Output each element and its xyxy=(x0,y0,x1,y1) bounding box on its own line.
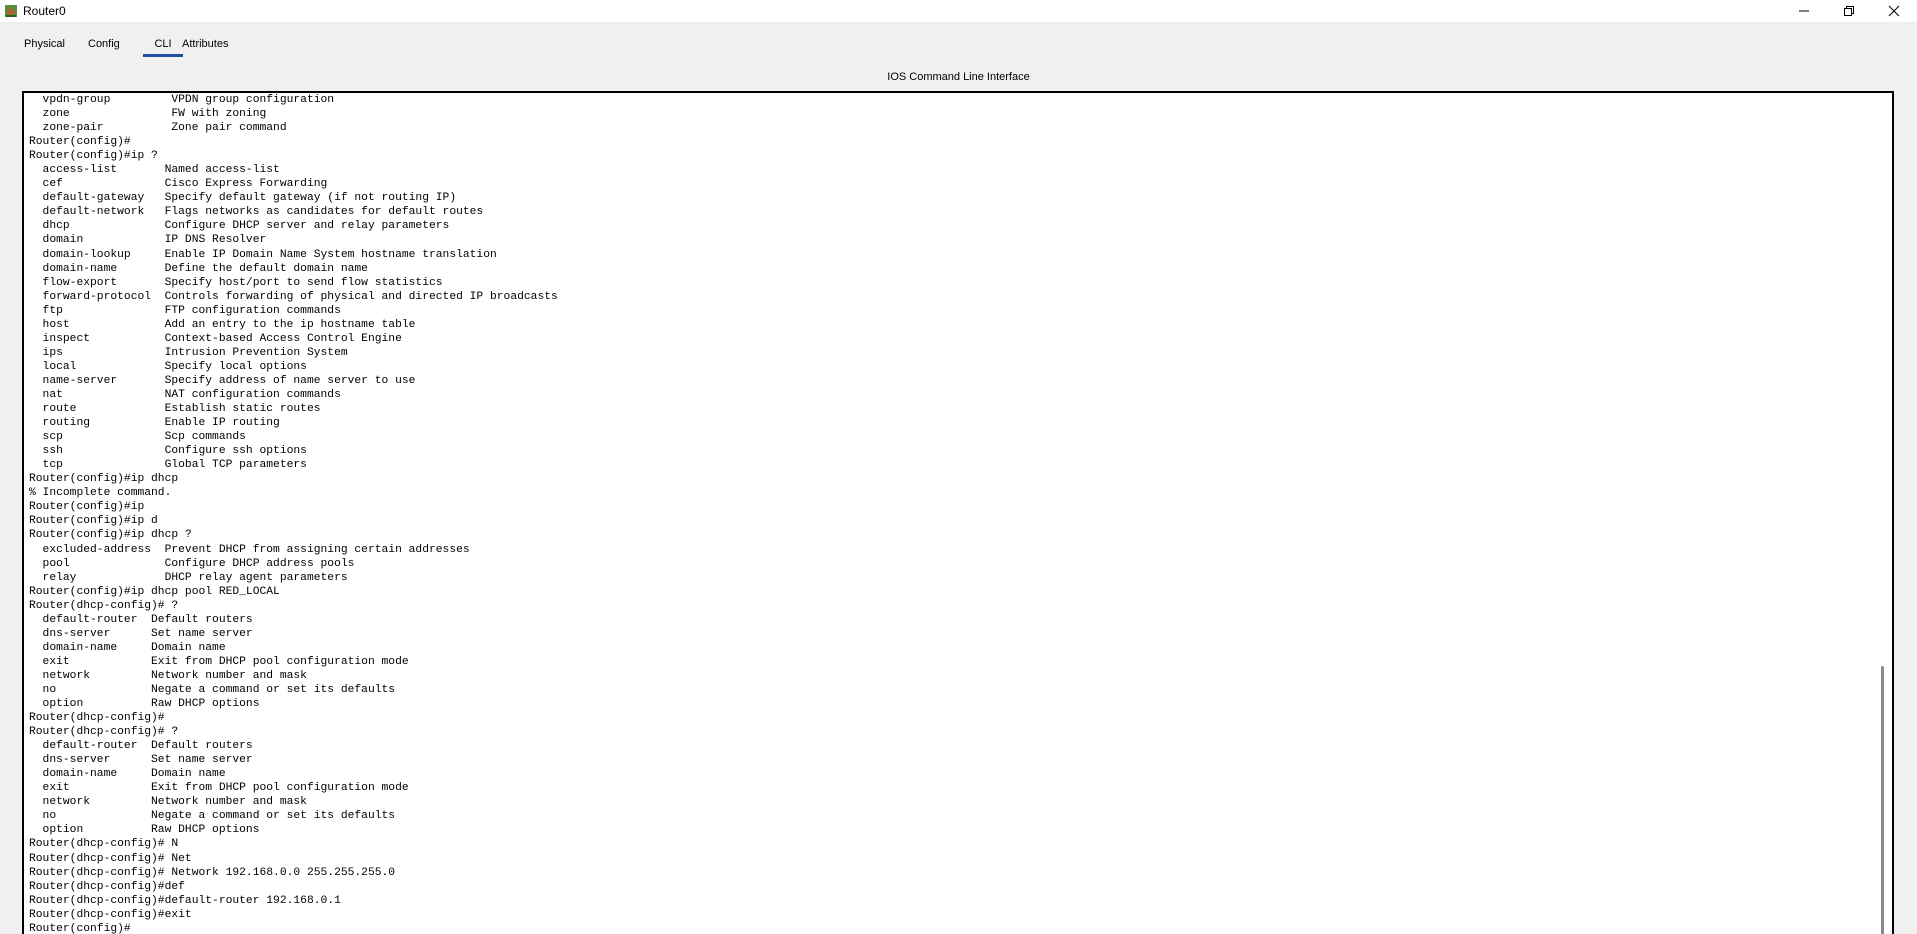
terminal-line: option Raw DHCP options xyxy=(29,824,260,837)
tab-cli[interactable]: CLI xyxy=(143,37,183,51)
minimize-icon xyxy=(1799,10,1809,12)
terminal-line: no Negate a command or set its defaults xyxy=(29,683,396,696)
tab-physical[interactable]: Physical xyxy=(24,37,65,51)
router-window: Router0 Physical Config CLI Attributes I… xyxy=(0,0,1917,934)
close-button[interactable] xyxy=(1872,0,1916,22)
terminal-line: default-network Flags networks as candid… xyxy=(29,206,484,219)
terminal-line: exit Exit from DHCP pool configuration m… xyxy=(29,655,409,668)
terminal-line: Router(dhcp-config)#exit xyxy=(29,908,192,921)
terminal-line: Router(dhcp-config)# xyxy=(29,712,165,725)
scrollbar-thumb[interactable] xyxy=(1881,666,1884,934)
terminal-line: default-router Default routers xyxy=(29,740,253,753)
terminal-line: Router(config)# xyxy=(29,922,131,934)
terminal-line: option Raw DHCP options xyxy=(29,698,260,711)
restore-button[interactable] xyxy=(1827,0,1871,22)
terminal-line: Router(config)#ip xyxy=(29,501,145,514)
restore-icon xyxy=(1844,6,1854,16)
terminal-line: flow-export Specify host/port to send fl… xyxy=(29,276,443,289)
terminal-line: Router(config)#ip ? xyxy=(29,150,158,163)
terminal-line: name-server Specify address of name serv… xyxy=(29,374,416,387)
terminal-line: nat NAT configuration commands xyxy=(29,388,341,401)
terminal-line: ips Intrusion Prevention System xyxy=(29,346,348,359)
terminal-line: Router(config)#ip dhcp pool RED_LOCAL xyxy=(29,585,280,598)
terminal-line: domain-name Define the default domain na… xyxy=(29,262,368,275)
terminal-line: Router(dhcp-config)#default-router 192.1… xyxy=(29,894,341,907)
terminal-line: inspect Context-based Access Control Eng… xyxy=(29,332,402,345)
terminal-line: domain-name Domain name xyxy=(29,641,226,654)
terminal-line: dhcp Configure DHCP server and relay par… xyxy=(29,220,450,233)
terminal-line: Router(dhcp-config)# Net xyxy=(29,852,192,865)
terminal-line: Router(config)#ip dhcp xyxy=(29,473,179,486)
cli-panel-title: IOS Command Line Interface xyxy=(887,71,1030,83)
terminal-line: no Negate a command or set its defaults xyxy=(29,810,396,823)
terminal-line: dns-server Set name server xyxy=(29,627,253,640)
terminal-line: network Network number and mask xyxy=(29,796,307,809)
terminal-line: excluded-address Prevent DHCP from assig… xyxy=(29,543,470,556)
window-title: Router0 xyxy=(23,4,66,18)
active-tab-indicator xyxy=(143,54,183,57)
cli-terminal[interactable]: vpdn-group VPDN group configuration zone… xyxy=(22,91,1894,934)
router-icon xyxy=(5,5,17,17)
close-icon xyxy=(1888,5,1900,17)
terminal-line: Router(dhcp-config)# ? xyxy=(29,726,179,739)
terminal-line: zone FW with zoning xyxy=(29,108,267,121)
terminal-line: exit Exit from DHCP pool configuration m… xyxy=(29,782,409,795)
terminal-line: zone-pair Zone pair command xyxy=(29,122,287,135)
terminal-line: Router(dhcp-config)# N xyxy=(29,838,179,851)
terminal-line: Router(dhcp-config)#def xyxy=(29,880,185,893)
terminal-line: tcp Global TCP parameters xyxy=(29,459,307,472)
terminal-line: dns-server Set name server xyxy=(29,754,253,767)
title-bar: Router0 xyxy=(0,0,1917,22)
terminal-line: ftp FTP configuration commands xyxy=(29,304,341,317)
terminal-line: default-router Default routers xyxy=(29,613,253,626)
terminal-line: access-list Named access-list xyxy=(29,164,280,177)
minimize-button[interactable] xyxy=(1782,0,1826,22)
terminal-line: ssh Configure ssh options xyxy=(29,445,307,458)
terminal-output: vpdn-group VPDN group configuration zone… xyxy=(29,93,558,934)
terminal-line: domain-lookup Enable IP Domain Name Syst… xyxy=(29,248,497,261)
terminal-line: Router(config)# xyxy=(29,136,131,149)
terminal-line: Router(config)#ip dhcp ? xyxy=(29,529,192,542)
terminal-line: forward-protocol Controls forwarding of … xyxy=(29,290,558,303)
terminal-line: Router(dhcp-config)# Network 192.168.0.0… xyxy=(29,866,396,879)
terminal-line: scp Scp commands xyxy=(29,431,246,444)
terminal-line: Router(dhcp-config)# ? xyxy=(29,599,179,612)
terminal-line: local Specify local options xyxy=(29,360,307,373)
tab-config[interactable]: Config xyxy=(88,37,120,51)
vertical-scrollbar[interactable] xyxy=(1872,93,1892,934)
terminal-line: vpdn-group VPDN group configuration xyxy=(29,94,335,106)
terminal-line: relay DHCP relay agent parameters xyxy=(29,571,348,584)
terminal-line: host Add an entry to the ip hostname tab… xyxy=(29,318,416,331)
terminal-line: domain-name Domain name xyxy=(29,768,226,781)
terminal-line: % Incomplete command. xyxy=(29,487,172,500)
terminal-line: cef Cisco Express Forwarding xyxy=(29,178,328,191)
terminal-line: pool Configure DHCP address pools xyxy=(29,557,355,570)
terminal-line: Router(config)#ip d xyxy=(29,515,158,528)
terminal-line: route Establish static routes xyxy=(29,403,321,416)
terminal-line: default-gateway Specify default gateway … xyxy=(29,192,457,205)
terminal-line: domain IP DNS Resolver xyxy=(29,234,267,247)
tab-attributes[interactable]: Attributes xyxy=(182,37,228,51)
terminal-line: network Network number and mask xyxy=(29,669,307,682)
terminal-line: routing Enable IP routing xyxy=(29,417,280,430)
